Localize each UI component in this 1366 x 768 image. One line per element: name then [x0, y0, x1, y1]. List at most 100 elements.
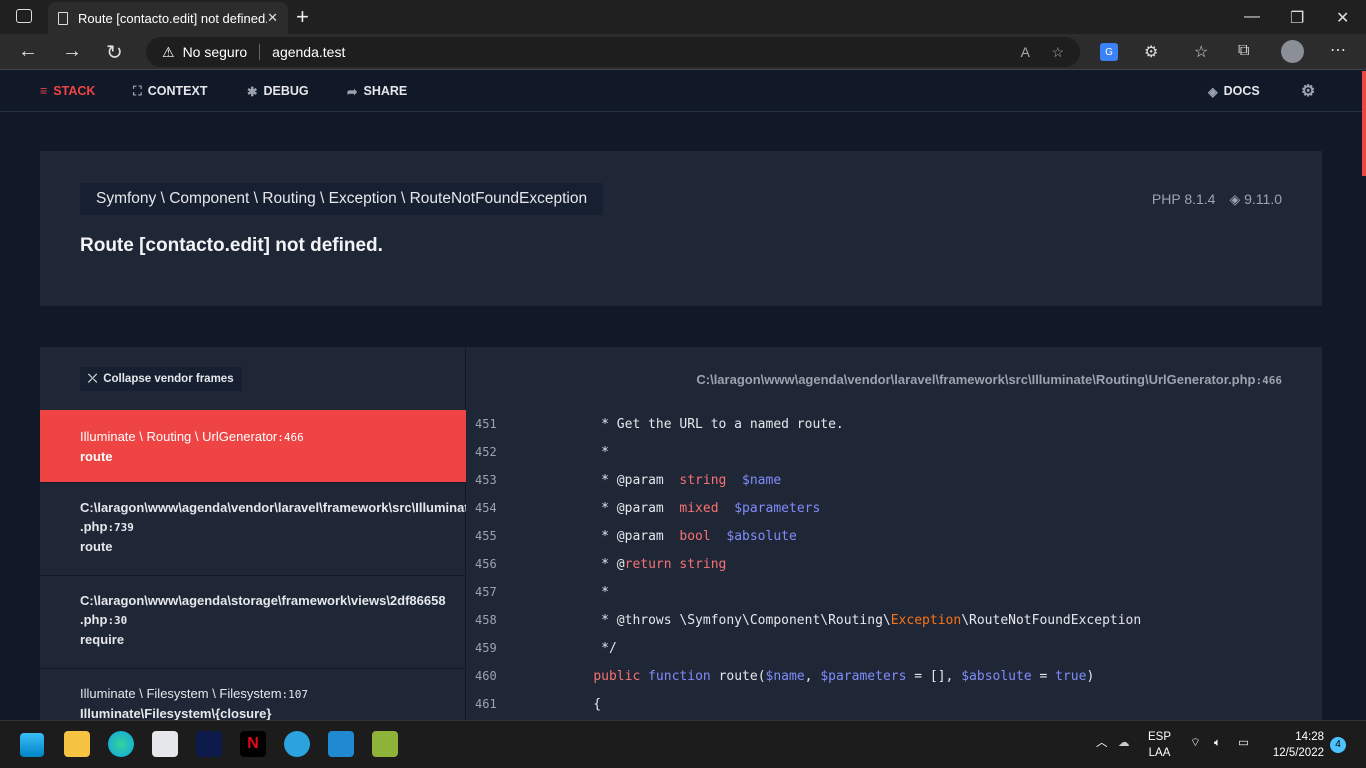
notification-badge[interactable]: 4 — [1330, 737, 1346, 753]
minimize-icon[interactable]: — — [1244, 8, 1260, 26]
frame-line: :30 — [107, 614, 128, 627]
collapse-label: Collapse vendor frames — [103, 373, 234, 385]
tab-actions-icon[interactable] — [16, 9, 32, 23]
edge-icon[interactable] — [108, 731, 134, 757]
favorites-icon[interactable]: ☆ — [1194, 42, 1208, 62]
address-bar[interactable]: ⚠ No seguro agenda.test A ☆ — [146, 37, 1080, 67]
vscode-icon[interactable] — [328, 731, 354, 757]
tab-context[interactable]: ⛶ CONTEXT — [133, 84, 208, 99]
frame-file: C:\laragon\www\agenda\storage\framework\… — [80, 593, 446, 608]
code-line: 459 */ — [467, 634, 1322, 662]
code-line: 453 * @param string $name — [467, 466, 1322, 494]
date: 12/5/2022 — [1272, 747, 1324, 759]
stack-frame[interactable]: C:\laragon\www\agenda\storage\framework\… — [40, 576, 466, 669]
code-viewer: C:\laragon\www\agenda\vendor\laravel\fra… — [467, 347, 1322, 720]
extensions-icon[interactable]: ⚙ — [1144, 42, 1158, 62]
volume-icon[interactable]: 🔈︎ — [1214, 735, 1221, 751]
code-token: $parameters — [734, 500, 821, 516]
clock[interactable]: 14:28 12/5/2022 — [1266, 729, 1324, 761]
code-line: 460 public function route($name, $parame… — [467, 662, 1322, 690]
close-window-icon[interactable]: ✕ — [1336, 8, 1349, 28]
exception-message: Route [contacto.edit] not defined. — [80, 235, 383, 256]
bug-icon: ✱ — [247, 84, 258, 99]
profile-avatar[interactable] — [1281, 40, 1304, 63]
debug-label: DEBUG — [263, 84, 309, 98]
code-token: $name — [742, 472, 782, 488]
collapse-vendor-button[interactable]: ⤫ Collapse vendor frames — [80, 367, 242, 391]
code-token: route( — [718, 668, 766, 684]
code-token: string — [679, 472, 727, 488]
store-icon[interactable] — [152, 731, 178, 757]
onedrive-icon[interactable]: ☁ — [1118, 735, 1130, 751]
exception-card: Symfony \ Component \ Routing \ Exceptio… — [40, 151, 1322, 306]
language-indicator[interactable]: ESP LAA — [1148, 729, 1171, 761]
file-path[interactable]: C:\laragon\www\agenda\vendor\laravel\fra… — [696, 372, 1282, 387]
file-explorer-icon[interactable] — [64, 731, 90, 757]
read-aloud-icon[interactable]: A — [1021, 44, 1030, 60]
favorite-icon[interactable]: ☆ — [1051, 44, 1064, 61]
tab-share[interactable]: ➦ SHARE — [347, 84, 407, 99]
back-icon[interactable]: ← — [18, 40, 38, 63]
context-label: CONTEXT — [147, 84, 208, 98]
code-token: { — [562, 696, 602, 712]
code-token: * Get the URL to a named route. — [562, 416, 844, 432]
wifi-icon[interactable]: ⌔ — [1190, 735, 1201, 751]
tab-stack[interactable]: ≡ STACK — [40, 84, 95, 98]
settings-button[interactable]: ⚙ — [1301, 81, 1315, 101]
more-icon[interactable]: ⋯ — [1330, 40, 1346, 60]
frame-line: :739 — [107, 521, 134, 534]
code-token: * @param — [562, 472, 680, 488]
translate-icon[interactable]: G — [1100, 43, 1118, 61]
docs-link[interactable]: ◈ DOCS — [1208, 84, 1260, 99]
forward-icon[interactable]: → — [62, 40, 82, 63]
new-tab-icon[interactable]: + — [296, 4, 309, 30]
code-token: * @ — [562, 556, 625, 572]
collapse-icon: ⤫ — [88, 372, 98, 385]
code-snippet: 451 * Get the URL to a named route. 452 *… — [467, 410, 1322, 718]
ignition-nav: ≡ STACK ⛶ CONTEXT ✱ DEBUG ➦ SHARE ◈ DOCS ⚙ — [0, 71, 1366, 112]
exception-class[interactable]: Symfony \ Component \ Routing \ Exceptio… — [80, 183, 604, 215]
stack-frame[interactable]: Illuminate \ Filesystem \ Filesystem:107… — [40, 669, 466, 720]
address-toolbar: ← → ↻ ⚠ No seguro agenda.test A ☆ G ⚙ ☆ … — [0, 34, 1366, 70]
line-number: 460 — [475, 669, 497, 683]
frame-file: C:\laragon\www\agenda\vendor\laravel\fra… — [80, 500, 466, 515]
code-line: 456 * @ return string — [467, 550, 1322, 578]
telegram-icon[interactable] — [284, 731, 310, 757]
battery-icon[interactable]: ▭ — [1238, 735, 1249, 751]
disney-icon[interactable] — [196, 731, 222, 757]
url-text: agenda.test — [272, 44, 346, 60]
time: 14:28 — [1295, 731, 1324, 743]
code-token: * @param — [562, 500, 680, 516]
code-line: 457 * — [467, 578, 1322, 606]
netflix-icon[interactable]: N — [240, 731, 266, 757]
security-label: No seguro — [182, 44, 248, 60]
collections-icon[interactable]: ⧉ — [1238, 42, 1249, 60]
browser-tab[interactable]: Route [contacto.edit] not defined. ✕ — [48, 2, 288, 34]
code-token: $name — [765, 668, 805, 684]
laragon-terminal-icon[interactable] — [372, 731, 398, 757]
lang-layout: LAA — [1148, 747, 1171, 759]
taskbar: N ︿ ☁ ESP LAA ⌔ 🔈︎ ▭ 14:28 12/5/2022 4 — [0, 720, 1366, 768]
stack-frame[interactable]: Illuminate \ Routing \ UrlGenerator:466 … — [40, 410, 466, 483]
code-token: * @throws \Symfony\Component\Routing\ — [562, 612, 891, 628]
code-token: public — [593, 668, 649, 684]
start-icon[interactable] — [20, 733, 44, 757]
code-token: $parameters — [820, 668, 907, 684]
laravel-version: 9.11.0 — [1244, 191, 1282, 207]
tray-chevron-icon[interactable]: ︿ — [1096, 735, 1108, 751]
frame-ext: .php — [80, 519, 108, 534]
stack-label: STACK — [53, 84, 96, 98]
warning-icon: ⚠ — [162, 43, 175, 60]
code-token: * @param — [562, 528, 680, 544]
php-version: PHP 8.1.4 — [1151, 191, 1216, 207]
frame-function: route — [80, 539, 113, 554]
scrollbar[interactable] — [1362, 71, 1366, 176]
maximize-icon[interactable]: ❐ — [1290, 8, 1304, 28]
line-number: 451 — [475, 417, 497, 431]
close-tab-icon[interactable]: ✕ — [267, 10, 278, 26]
refresh-icon[interactable]: ↻ — [106, 40, 123, 65]
tab-debug[interactable]: ✱ DEBUG — [247, 84, 309, 99]
stack-frame[interactable]: C:\laragon\www\agenda\vendor\laravel\fra… — [40, 483, 466, 576]
